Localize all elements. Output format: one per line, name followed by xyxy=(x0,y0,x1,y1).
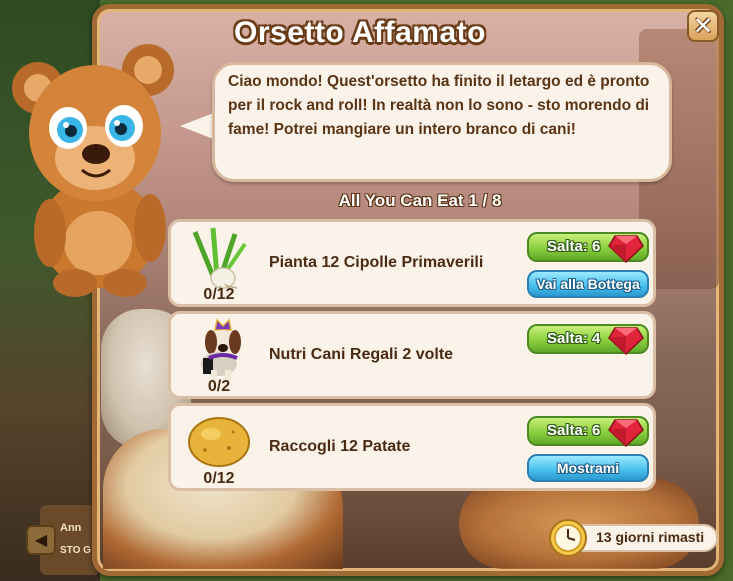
go-to-shop-button[interactable]: Vai alla Bottega xyxy=(527,270,649,298)
skip-button[interactable]: Salta: 6 xyxy=(527,232,649,264)
royal-dog-icon xyxy=(201,318,241,380)
quest-progress-subtitle: All You Can Eat 1 / 8 xyxy=(338,191,502,210)
speech-text: Ciao mondo! Quest'orsetto ha finito il l… xyxy=(228,73,650,138)
potato-icon xyxy=(188,417,250,467)
dialog-title: Orsetto Affamato xyxy=(234,16,486,49)
task-label: Nutri Cani Regali 2 volte xyxy=(269,346,454,363)
time-remaining: 13 giorni rimasti xyxy=(548,518,720,558)
task-progress: 0/2 xyxy=(207,378,231,395)
ruby-gem-icon xyxy=(608,327,644,356)
skip-button-label: Salta: 4 xyxy=(547,330,601,347)
skip-button[interactable]: Salta: 4 xyxy=(527,324,649,356)
close-button[interactable]: ✕ xyxy=(687,10,719,42)
ruby-gem-icon xyxy=(608,235,644,264)
ruby-gem-icon xyxy=(608,419,644,448)
task-label: Raccogli 12 Patate xyxy=(269,438,411,455)
sign-line2: STO G xyxy=(60,545,91,556)
close-icon: ✕ xyxy=(692,12,714,40)
clock-icon xyxy=(549,519,587,557)
scroll-left-button[interactable]: ◀ xyxy=(26,525,56,555)
bear-character xyxy=(12,44,174,297)
task-row: 0/12 Pianta 12 Cipolle Primaverili Salta… xyxy=(168,219,656,307)
speech-bubble-tail xyxy=(180,112,216,140)
time-remaining-text: 13 giorni rimasti xyxy=(596,529,705,545)
skip-button-label: Salta: 6 xyxy=(547,422,601,439)
task-progress: 0/12 xyxy=(203,470,235,487)
skip-button[interactable]: Salta: 6 xyxy=(527,416,649,448)
task-label: Pianta 12 Cipolle Primaverili xyxy=(269,254,484,271)
sign-line1: Ann xyxy=(60,522,82,534)
skip-button-label: Salta: 6 xyxy=(547,238,601,255)
task-row: 0/12 Raccogli 12 Patate Salta: 6 Mostram… xyxy=(168,403,656,491)
spring-onion-icon xyxy=(192,227,247,290)
task-progress: 0/12 xyxy=(203,286,235,303)
show-me-button[interactable]: Mostrami xyxy=(527,454,649,482)
task-row: 0/2 Nutri Cani Regali 2 volte Salta: 4 xyxy=(168,311,656,399)
